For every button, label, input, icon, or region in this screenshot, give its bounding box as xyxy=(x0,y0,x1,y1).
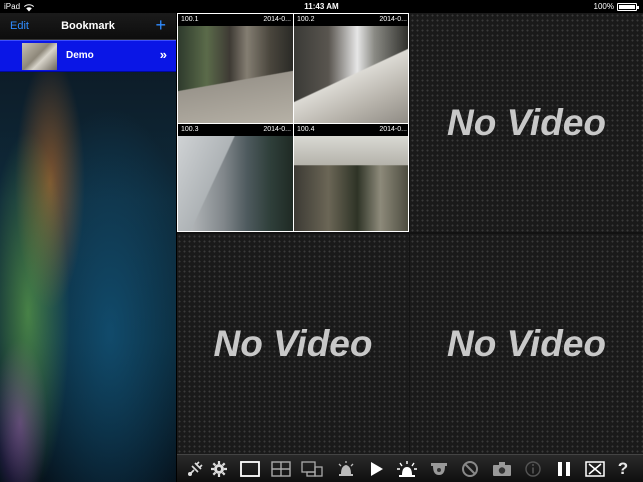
alarm-bell-icon[interactable] xyxy=(335,458,357,480)
no-video-label: No Video xyxy=(447,101,606,143)
status-time: 11:43 AM xyxy=(304,2,339,11)
info-icon[interactable] xyxy=(522,458,544,480)
battery-icon xyxy=(617,2,639,11)
status-bar: iPad 11:43 AM 100% xyxy=(0,0,643,13)
battery-percent: 100% xyxy=(593,2,614,11)
add-bookmark-button[interactable]: + xyxy=(155,15,166,35)
quad-view-icon[interactable] xyxy=(270,458,292,480)
no-entry-icon[interactable] xyxy=(459,458,481,480)
camera-image xyxy=(178,136,293,231)
gear-icon[interactable] xyxy=(208,458,230,480)
status-right: 100% xyxy=(593,0,639,13)
single-view-icon[interactable] xyxy=(239,458,261,480)
bookmark-label: Demo xyxy=(66,50,94,61)
camera-image xyxy=(294,26,408,123)
bookmark-sidebar: Edit Bookmark + Demo » xyxy=(0,13,176,482)
camera-caption: 100.3 2014-0... xyxy=(178,124,293,136)
video-grid: 100.1 2014-0... 100.2 2014-0... 100.3 20… xyxy=(177,13,643,454)
multi-view-icon[interactable] xyxy=(301,458,323,480)
no-video-label: No Video xyxy=(447,323,606,364)
camera-feed-1[interactable]: 100.1 2014-0... xyxy=(178,14,293,123)
camera-caption: 100.2 2014-0... xyxy=(294,14,408,26)
double-chevron-icon[interactable]: » xyxy=(160,47,167,62)
camera-name: 100.4 xyxy=(297,126,315,133)
siren-icon[interactable] xyxy=(396,458,418,480)
empty-video-tile-bottom-right[interactable]: No Video xyxy=(410,234,643,454)
camera-caption: 100.1 2014-0... xyxy=(178,14,293,26)
camera-date: 2014-0... xyxy=(263,16,291,23)
camera-name: 100.1 xyxy=(181,16,199,23)
camera-image xyxy=(178,26,293,123)
camera-image xyxy=(294,136,408,231)
close-box-icon[interactable] xyxy=(584,458,606,480)
camera-icon[interactable] xyxy=(491,458,513,480)
quad-camera-tile[interactable]: 100.1 2014-0... 100.2 2014-0... 100.3 20… xyxy=(177,13,409,232)
camera-name: 100.2 xyxy=(297,16,315,23)
bookmark-thumbnail xyxy=(22,43,57,70)
empty-video-tile-bottom-left[interactable]: No Video xyxy=(177,234,409,454)
help-icon[interactable]: ? xyxy=(612,458,634,480)
no-video-label: No Video xyxy=(213,323,373,364)
sidebar-header: Edit Bookmark + xyxy=(0,13,176,40)
camera-name: 100.3 xyxy=(181,126,199,133)
camera-date: 2014-0... xyxy=(379,16,407,23)
sidebar-title: Bookmark xyxy=(61,20,115,32)
pause-icon[interactable] xyxy=(553,458,575,480)
camera-feed-3[interactable]: 100.3 2014-0... xyxy=(178,124,293,231)
bottom-toolbar: ? xyxy=(177,454,643,482)
camera-date: 2014-0... xyxy=(379,126,407,133)
dome-camera-icon[interactable] xyxy=(428,458,450,480)
bookmark-item-demo[interactable]: Demo » xyxy=(0,40,176,72)
camera-date: 2014-0... xyxy=(263,126,291,133)
play-icon[interactable] xyxy=(365,458,387,480)
camera-feed-4[interactable]: 100.4 2014-0... xyxy=(294,124,408,231)
camera-caption: 100.4 2014-0... xyxy=(294,124,408,136)
empty-video-tile-top-right[interactable]: No Video xyxy=(410,13,643,232)
camera-feed-2[interactable]: 100.2 2014-0... xyxy=(294,14,408,123)
satellite-icon[interactable] xyxy=(184,458,206,480)
